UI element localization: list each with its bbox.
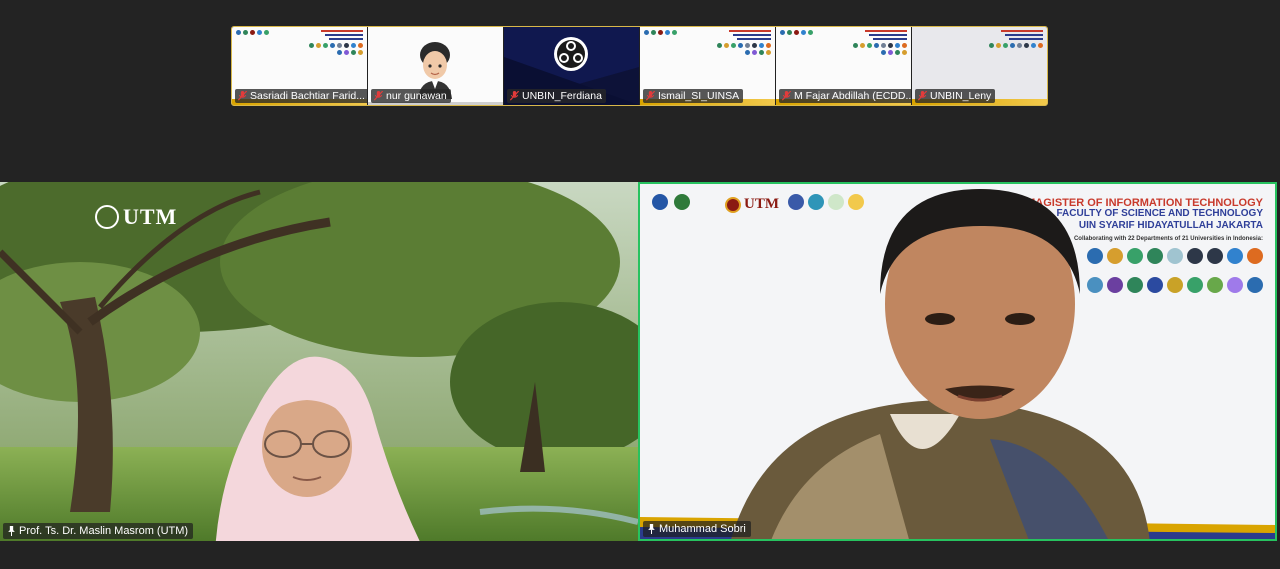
main-video-tile-right[interactable]: UTM MAGISTER OF INFORMATION TECHNOLOGY F…: [638, 182, 1277, 541]
participant-name-label: Muhammad Sobri: [643, 521, 751, 537]
slide-logos: [236, 30, 269, 35]
participant-name-label: UNBIN_Ferdiana: [507, 89, 606, 103]
participant-name: Sasriadi Bachtiar Farid...: [250, 90, 365, 102]
participant-name: UNBIN_Leny: [930, 90, 992, 102]
mic-muted-icon: [918, 91, 927, 101]
mic-muted-icon: [238, 91, 247, 101]
mic-muted-icon: [374, 91, 383, 101]
participant-name-label: Ismail_SI_UINSA: [643, 89, 744, 103]
main-video-tile-left[interactable]: UTM Prof. Ts. Dr. Maslin Masrom (UTM): [0, 182, 638, 541]
participant-tile[interactable]: Sasriadi Bachtiar Farid...: [232, 27, 368, 105]
participant-name: Ismail_SI_UINSA: [658, 90, 740, 102]
participant-thumbnail-strip: Sasriadi Bachtiar Farid... nur gunawan U…: [231, 26, 1048, 106]
participant-name-label: nur gunawan: [371, 89, 451, 103]
participant-name-label: M Fajar Abdillah (ECDD...: [779, 89, 912, 103]
participant-tile[interactable]: Ismail_SI_UINSA: [640, 27, 776, 105]
slide-logo-row: [652, 194, 690, 210]
mic-muted-icon: [782, 91, 791, 101]
mic-muted-icon: [646, 91, 655, 101]
participant-tile[interactable]: nur gunawan: [368, 27, 504, 105]
participant-name: nur gunawan: [386, 90, 447, 102]
mic-muted-icon: [510, 91, 519, 101]
utm-brand-logo: UTM: [95, 204, 177, 230]
participant-tile[interactable]: M Fajar Abdillah (ECDD...: [776, 27, 912, 105]
obs-logo-icon: [554, 37, 588, 71]
participant-tile[interactable]: UNBIN_Ferdiana: [504, 27, 640, 105]
participant-name-label: Sasriadi Bachtiar Farid...: [235, 89, 367, 103]
participant-name: UNBIN_Ferdiana: [522, 90, 602, 102]
participant-video-person: [731, 189, 1150, 539]
participant-name-label: UNBIN_Leny: [915, 89, 996, 103]
pin-icon: [648, 524, 655, 534]
participant-name: M Fajar Abdillah (ECDD...: [794, 90, 912, 102]
participant-video-person: [215, 356, 420, 541]
participant-name: Muhammad Sobri: [659, 523, 746, 535]
participant-tile[interactable]: UNBIN_Leny: [912, 27, 1047, 105]
participant-name: Prof. Ts. Dr. Maslin Masrom (UTM): [19, 525, 189, 537]
pin-icon: [8, 526, 15, 536]
participant-name-label: Prof. Ts. Dr. Maslin Masrom (UTM): [3, 523, 194, 539]
